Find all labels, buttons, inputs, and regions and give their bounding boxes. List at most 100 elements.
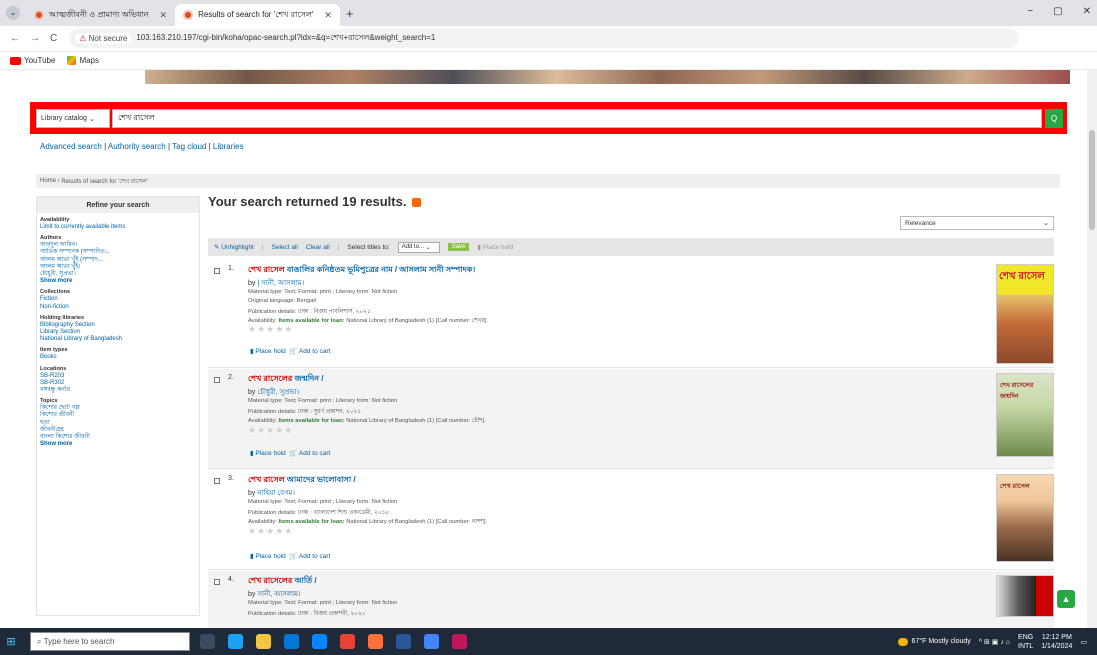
facet-link[interactable]: বঙ্গবন্ধু কর্নার xyxy=(40,387,199,394)
maximize-button[interactable]: ▢ xyxy=(1053,6,1062,17)
window-controls: − ▢ ✕ xyxy=(1027,6,1091,17)
search-input[interactable]: শেখ রাসেল xyxy=(112,109,1042,128)
facet-link[interactable]: আতিক সম্পাদক (সম্পাদিত... xyxy=(40,249,199,256)
author-link[interactable]: নাহিয়া বেগম। xyxy=(257,490,295,497)
bookmark-youtube[interactable]: YouTube xyxy=(10,56,55,65)
facet-link[interactable]: কিশোর জীবনী xyxy=(40,412,199,419)
search-scope-select[interactable]: Library catalog ⌄ xyxy=(36,109,110,128)
tab-2[interactable]: Results of search for 'শেখ রাসেল' ✕ xyxy=(175,4,340,26)
facet-link[interactable]: Books xyxy=(40,354,199,361)
facet-link[interactable]: জীবনীগ্রন্থ xyxy=(40,427,199,434)
available-for-loan[interactable]: Items available for loan: xyxy=(279,418,345,424)
file-explorer-icon[interactable] xyxy=(256,634,271,649)
add-to-cart-button[interactable]: 🛒 Add to cart xyxy=(289,450,330,457)
app-icon[interactable] xyxy=(452,634,467,649)
chrome-icon[interactable] xyxy=(340,634,355,649)
author-link[interactable]: | সানী, আসলাম। xyxy=(257,280,304,287)
breadcrumb-home[interactable]: Home xyxy=(40,178,56,184)
language-indicator[interactable]: ENG INTL xyxy=(1018,633,1033,651)
result-title-link[interactable]: শেখ রাসেল বাঙালির কনিষ্ঠতম ভূমিপুত্রের ন… xyxy=(248,264,475,277)
tab-close-icon[interactable]: ✕ xyxy=(324,10,332,21)
place-hold-toolbar-button[interactable]: ▮ Place hold xyxy=(477,243,513,251)
show-more-link[interactable]: Show more xyxy=(40,441,199,448)
libraries-link[interactable]: Libraries xyxy=(213,142,244,151)
result-checkbox[interactable] xyxy=(214,579,220,585)
facet-link[interactable]: ছড়া xyxy=(40,420,199,427)
mail-icon[interactable] xyxy=(312,634,327,649)
facet-link[interactable]: National Library of Bangladesh xyxy=(40,336,199,343)
result-title-link[interactable]: শেখ রাসেল আমাদের ভালোবাসা / xyxy=(248,474,356,487)
chrome-profile-icon[interactable] xyxy=(424,634,439,649)
place-hold-button[interactable]: ▮ Place hold xyxy=(250,348,286,355)
url-field[interactable]: ⚠ Not secure 103.163.210.197/cgi-bin/koh… xyxy=(69,29,1020,48)
available-for-loan[interactable]: Items available for loan: xyxy=(279,519,345,525)
weather-widget[interactable]: 67°F Mostly cloudy xyxy=(897,637,971,646)
store-icon[interactable] xyxy=(284,634,299,649)
add-to-cart-button[interactable]: 🛒 Add to cart xyxy=(289,553,330,560)
select-all-link[interactable]: Select all xyxy=(272,244,298,251)
authority-search-link[interactable]: Authority search xyxy=(108,142,166,151)
result-checkbox[interactable] xyxy=(214,478,220,484)
author-link[interactable]: সানী, আসলাম। xyxy=(257,591,300,598)
facet-link[interactable]: SB-R302 xyxy=(40,380,199,387)
place-hold-button[interactable]: ▮ Place hold xyxy=(250,553,286,560)
result-title-link[interactable]: শেখ রাসেলের আর্তি / xyxy=(248,575,317,588)
advanced-search-link[interactable]: Advanced search xyxy=(40,142,102,151)
back-to-top-button[interactable]: ▲ xyxy=(1057,590,1075,608)
facet-link[interactable]: Fiction xyxy=(40,296,199,303)
search-go-button[interactable]: Q xyxy=(1045,109,1063,128)
clear-all-link[interactable]: Clear all xyxy=(306,244,330,251)
unhighlight-link[interactable]: ✎ Unhighlight xyxy=(214,243,254,251)
facet-link[interactable]: আলম আতা খুঁই। xyxy=(40,264,199,271)
windows-start-icon[interactable]: ⊞ xyxy=(0,628,22,655)
result-checkbox[interactable] xyxy=(214,377,220,383)
facet-link[interactable]: Library Section xyxy=(40,329,199,336)
page-scrollbar[interactable] xyxy=(1087,70,1097,628)
tab-search-icon[interactable]: ⌄ xyxy=(6,6,20,20)
facet-link[interactable]: Bibliography Section xyxy=(40,322,199,329)
word-icon[interactable] xyxy=(396,634,411,649)
tab-1[interactable]: আত্মজীবনী ও প্রামাণ্য অভিধান ✕ xyxy=(26,4,175,26)
rating-stars[interactable]: ★★★★★ xyxy=(248,425,293,436)
facet-link[interactable]: বাংলা কিশোর জীবনী xyxy=(40,434,199,441)
back-button[interactable]: ← xyxy=(10,33,20,44)
tray-icons[interactable]: ^ ⊞ ▣ ♪ ⌂ xyxy=(979,638,1010,646)
book-cover-image[interactable] xyxy=(996,575,1054,617)
tab-close-icon[interactable]: ✕ xyxy=(160,10,168,21)
book-cover-image[interactable]: শেখ রাসেলের জন্মদিন xyxy=(996,373,1054,457)
task-view-icon[interactable] xyxy=(200,634,215,649)
facet-link[interactable]: SB-R203 xyxy=(40,373,199,380)
facet-link[interactable]: চৌধুরী, সুপ্রভা। xyxy=(40,271,199,278)
bookmark-maps[interactable]: Maps xyxy=(67,56,99,66)
sort-select[interactable]: Relevance ⌄ xyxy=(900,216,1054,230)
add-to-cart-button[interactable]: 🛒 Add to cart xyxy=(289,348,330,355)
notification-icon[interactable]: ▭ xyxy=(1080,638,1087,646)
book-cover-image[interactable]: শেখ রাসেল xyxy=(996,474,1054,562)
taskbar-search[interactable]: ⌕ Type here to search xyxy=(30,632,190,651)
minimize-button[interactable]: − xyxy=(1027,6,1033,17)
show-more-link[interactable]: Show more xyxy=(40,278,199,285)
close-window-button[interactable]: ✕ xyxy=(1083,6,1091,17)
clock[interactable]: 12:12 PM 1/14/2024 xyxy=(1041,633,1072,651)
book-cover-image[interactable]: শেখ রাসেল xyxy=(996,264,1054,364)
rss-icon[interactable] xyxy=(412,198,422,208)
place-hold-button[interactable]: ▮ Place hold xyxy=(250,450,286,457)
not-secure-badge[interactable]: ⚠ Not secure xyxy=(75,33,132,44)
add-to-select[interactable]: Add to... ⌄ xyxy=(397,241,440,253)
author-link[interactable]: চৌধুরী, সুপ্রভা। xyxy=(257,389,299,396)
facet-link[interactable]: Limit to currently available items xyxy=(40,224,199,231)
scrollbar-thumb[interactable] xyxy=(1089,130,1095,230)
tag-cloud-link[interactable]: Tag cloud xyxy=(172,142,206,151)
new-tab-button[interactable]: + xyxy=(346,6,354,21)
rating-stars[interactable]: ★★★★★ xyxy=(248,324,293,335)
result-title-link[interactable]: শেখ রাসেলের জন্মদিন / xyxy=(248,373,323,386)
edge-icon[interactable] xyxy=(228,634,243,649)
firefox-icon[interactable] xyxy=(368,634,383,649)
reload-button[interactable]: C xyxy=(50,33,57,44)
facet-link[interactable]: আলম আতা খুঁই (সম্পাদ... xyxy=(40,257,199,264)
facet-link[interactable]: Non-fiction xyxy=(40,304,199,311)
result-checkbox[interactable] xyxy=(214,268,220,274)
save-button[interactable]: Save xyxy=(447,243,470,251)
rating-stars[interactable]: ★★★★★ xyxy=(248,526,293,537)
forward-button[interactable]: → xyxy=(30,33,40,44)
